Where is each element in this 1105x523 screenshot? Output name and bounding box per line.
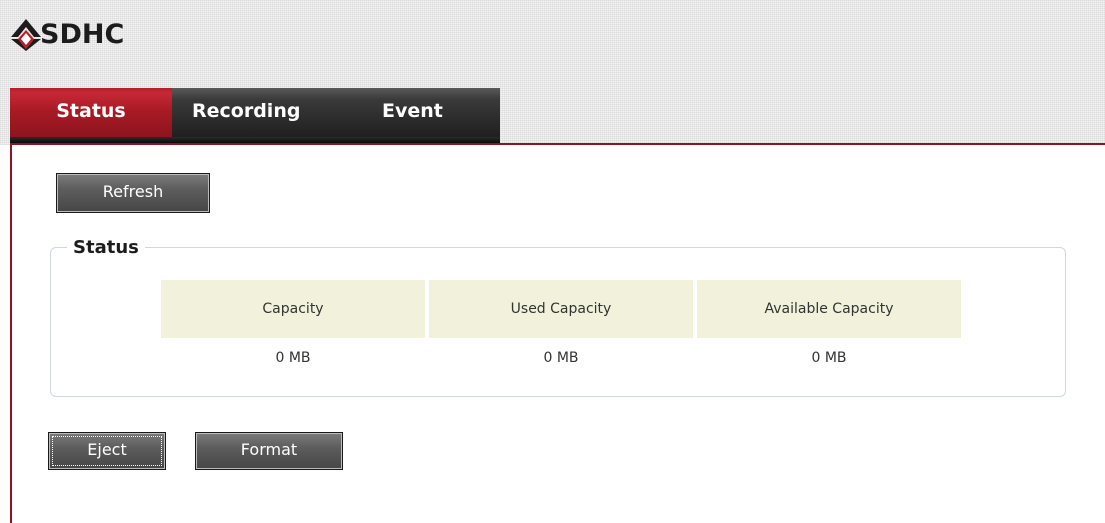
available-capacity-value: 0 MB <box>811 350 847 366</box>
available-capacity-header: Available Capacity <box>697 280 961 338</box>
capacity-table: Capacity Used Capacity Available Capacit… <box>157 280 965 378</box>
used-capacity-value: 0 MB <box>543 350 579 366</box>
logo-icon <box>11 19 41 51</box>
tab-bar: Status Recording Event <box>10 88 500 145</box>
tab-event-label: Event <box>382 100 443 122</box>
tab-status-label: Status <box>56 100 126 122</box>
format-button[interactable]: Format <box>195 432 343 470</box>
capacity-value-row: 0 MB 0 MB 0 MB <box>161 338 961 378</box>
eject-button[interactable]: Eject <box>48 432 166 470</box>
logo: SDHC <box>8 14 124 54</box>
header-bar: SDHC Status Recording Event <box>0 0 1105 145</box>
content-panel: Refresh Status Capacity Used Capacity Av… <box>10 143 1105 523</box>
status-legend: Status <box>73 237 139 258</box>
capacity-value: 0 MB <box>275 350 311 366</box>
used-capacity-header: Used Capacity <box>429 280 693 338</box>
capacity-header: Capacity <box>161 280 425 338</box>
capacity-header-row: Capacity Used Capacity Available Capacit… <box>161 280 961 338</box>
app-title: SDHC <box>40 18 125 50</box>
refresh-button[interactable]: Refresh <box>56 173 210 213</box>
tab-group-inactive: Recording Event <box>10 88 500 145</box>
status-fieldset: Status Capacity Used Capacity Available … <box>50 237 1066 397</box>
tab-recording-label: Recording <box>192 100 301 122</box>
